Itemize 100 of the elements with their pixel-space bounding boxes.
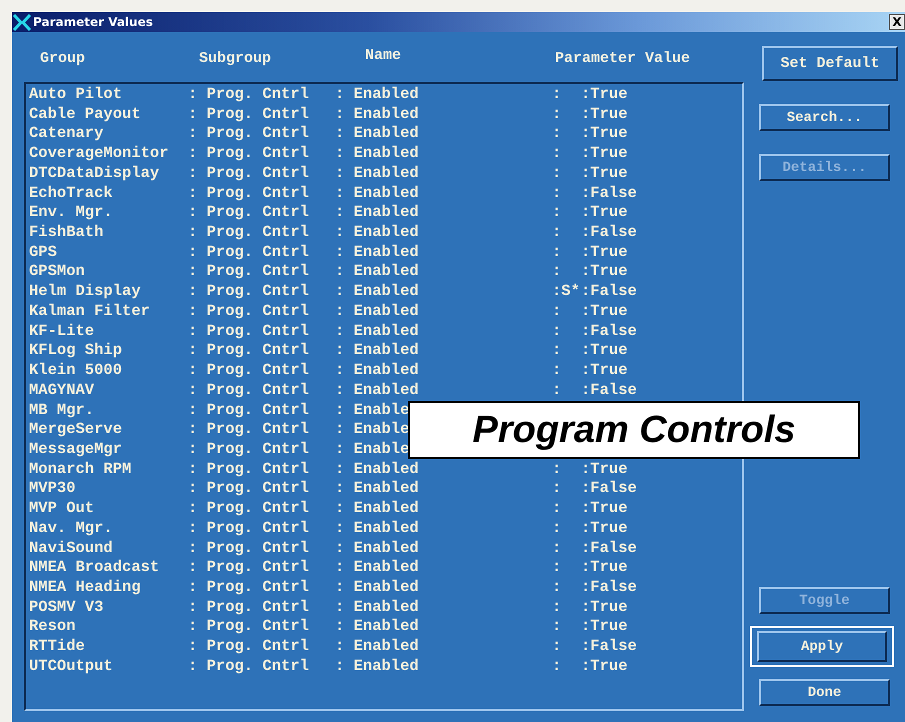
subgroup-cell: : Prog. Cntrl (188, 499, 309, 519)
flag-cell: : (552, 538, 562, 558)
value-cell: :False (581, 322, 637, 342)
window-title: Parameter Values (33, 15, 153, 29)
group-cell: Reson (29, 617, 76, 638)
subgroup-cell: : Prog. Cntrl (188, 124, 309, 144)
subgroup-cell: : Prog. Cntrl (188, 341, 309, 362)
column-header: Group (40, 50, 86, 67)
name-cell: : Enabled (335, 578, 419, 598)
group-cell: NMEA Broadcast (29, 558, 160, 578)
subgroup-cell: : Prog. Cntrl (188, 282, 309, 302)
subgroup-cell: : Prog. Cntrl (188, 85, 309, 105)
subgroup-cell: : Prog. Cntrl (188, 262, 309, 282)
flag-cell: : (552, 164, 562, 184)
subgroup-cell: : Prog. Cntrl (188, 479, 309, 500)
group-cell: Env. Mgr. (29, 203, 113, 224)
flag-cell: : (552, 144, 562, 164)
group-cell: MergeServe (29, 420, 122, 440)
subgroup-cell: : Prog. Cntrl (188, 558, 309, 578)
flag-cell: : (552, 85, 562, 105)
flag-cell: : (552, 558, 562, 578)
flag-cell: : (552, 598, 562, 618)
x-logo-icon (13, 14, 31, 30)
subgroup-cell: : Prog. Cntrl (188, 361, 309, 381)
name-cell: : Enabled (335, 262, 419, 282)
flag-cell: : (552, 341, 562, 362)
subgroup-cell: : Prog. Cntrl (188, 203, 309, 224)
group-cell: KFLog Ship (29, 341, 122, 362)
flag-cell: :S* (552, 282, 580, 302)
flag-cell: : (552, 656, 562, 677)
column-header: Parameter Value (555, 50, 690, 67)
subgroup-cell: : Prog. Cntrl (188, 242, 309, 262)
group-cell: MessageMgr (29, 440, 122, 460)
group-cell: DTCDataDisplay (29, 164, 160, 184)
name-cell: : Enabled (335, 656, 419, 677)
name-cell: : Enabled (335, 223, 419, 243)
dialog-button[interactable]: Set Default (762, 46, 898, 81)
value-cell: :True (581, 164, 628, 184)
group-cell: RTTide (29, 637, 85, 657)
group-cell: MVP Out (29, 499, 94, 519)
flag-cell: : (552, 262, 562, 282)
group-cell: FishBath (29, 223, 104, 243)
value-cell: :False (581, 578, 637, 598)
group-cell: MVP30 (29, 479, 76, 500)
caption-label: Program Controls (408, 401, 860, 459)
name-cell: : Enabled (335, 637, 419, 657)
group-cell: MAGYNAV (29, 380, 94, 400)
subgroup-cell: : Prog. Cntrl (188, 164, 309, 184)
group-cell: Klein 5000 (29, 361, 122, 381)
subgroup-cell: : Prog. Cntrl (188, 656, 309, 677)
flag-cell: : (552, 184, 562, 204)
value-cell: :True (581, 460, 628, 480)
name-cell: : Enabled (335, 518, 419, 539)
name-cell: : Enabled (335, 164, 419, 184)
value-cell: :True (581, 85, 628, 105)
group-cell: Catenary (29, 124, 104, 144)
flag-cell: : (552, 617, 562, 638)
group-cell: CoverageMonitor (29, 144, 169, 164)
name-cell: : Enabled (335, 380, 419, 400)
value-cell: :True (581, 558, 628, 578)
flag-cell: : (552, 637, 562, 657)
name-cell: : Enabled (335, 558, 419, 578)
subgroup-cell: : Prog. Cntrl (188, 400, 309, 420)
value-cell: :True (581, 124, 628, 144)
group-cell: UTCOutput (29, 656, 113, 677)
close-button[interactable]: X (889, 14, 905, 30)
group-cell: Auto Pilot (29, 85, 122, 105)
group-cell: Monarch RPM (29, 460, 132, 480)
name-cell: : Enabled (335, 302, 419, 322)
value-cell: :True (581, 144, 628, 164)
value-cell: :True (581, 598, 628, 618)
name-cell: : Enabled (335, 322, 419, 342)
group-cell: NaviSound (29, 538, 113, 558)
group-cell: Nav. Mgr. (29, 518, 113, 539)
value-cell: :True (581, 104, 628, 124)
flag-cell: : (552, 223, 562, 243)
subgroup-cell: : Prog. Cntrl (188, 184, 309, 204)
dialog-button[interactable]: Done (759, 679, 890, 706)
name-cell: : Enabled (335, 282, 419, 302)
subgroup-cell: : Prog. Cntrl (188, 538, 309, 558)
value-cell: :True (581, 361, 628, 381)
group-cell: Kalman Filter (29, 302, 150, 322)
group-cell: NMEA Heading (29, 578, 141, 598)
subgroup-cell: : Prog. Cntrl (188, 420, 309, 440)
value-cell: :False (581, 184, 637, 204)
value-cell: :True (581, 518, 628, 539)
dialog-button[interactable]: Apply (757, 631, 887, 662)
flag-cell: : (552, 460, 562, 480)
value-cell: :False (581, 380, 637, 400)
name-cell: : Enabled (335, 499, 419, 519)
subgroup-cell: : Prog. Cntrl (188, 460, 309, 480)
name-cell: : Enabled (335, 479, 419, 500)
value-cell: :False (581, 282, 637, 302)
flag-cell: : (552, 203, 562, 224)
column-header: Subgroup (199, 50, 272, 67)
name-cell: : Enabled (335, 460, 419, 480)
subgroup-cell: : Prog. Cntrl (188, 144, 309, 164)
flag-cell: : (552, 380, 562, 400)
value-cell: :True (581, 499, 628, 519)
dialog-button[interactable]: Search... (759, 104, 890, 131)
